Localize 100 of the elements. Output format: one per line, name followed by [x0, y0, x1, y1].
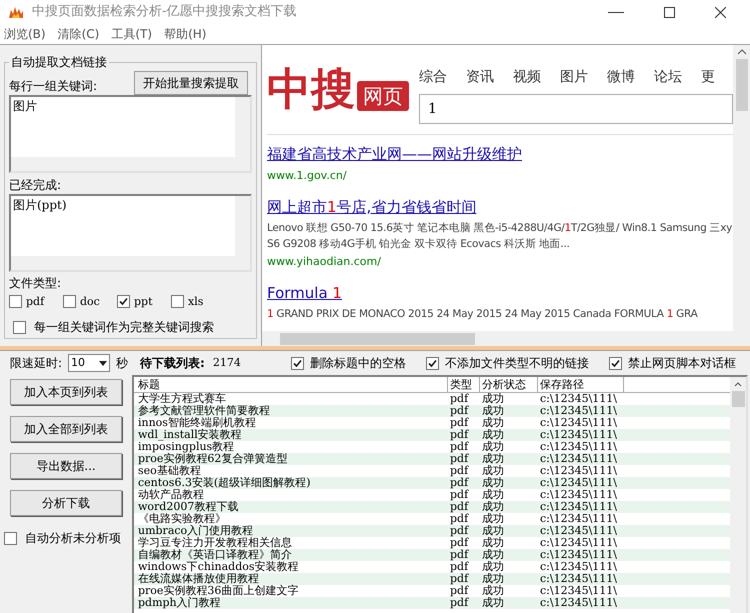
scroll-thumb[interactable] [280, 332, 475, 344]
text-value: 图片 [12, 98, 38, 115]
table-cell-text: pdf [449, 393, 470, 405]
check-icon [292, 358, 302, 368]
checkbox-label: 自动分析未分析项 [25, 530, 121, 547]
table-row[interactable]: centos6.3安装(超级详细图解教程) pdf 成功 c:\12345\111\ [134, 477, 730, 489]
table-cell-text: pdf [449, 405, 470, 417]
table-cell-text: pdf [449, 441, 470, 453]
table-row[interactable]: proe实例教程62复合弹簧造型 pdf 成功 c:\12345\111\ [134, 453, 730, 465]
maximize-icon[interactable] [664, 6, 675, 18]
action-button[interactable]: 分析下载 [10, 490, 122, 516]
scrollbar[interactable] [235, 97, 250, 157]
checkbox-label: pdf [26, 294, 44, 310]
nav-link[interactable]: 资讯 [466, 67, 494, 88]
table-cell-text: 成功 [481, 489, 505, 501]
field-label: 已经完成: [9, 176, 62, 194]
scroll-thumb[interactable] [736, 59, 748, 111]
table-cell-text: pdf [449, 597, 470, 609]
table-cell-text: 成功 [481, 477, 505, 489]
table-cell-text: pdf [449, 549, 470, 561]
nav-link[interactable]: 微博 [607, 67, 635, 88]
table-cell-text: pdf [449, 501, 470, 513]
table-cell-text: pdf [449, 561, 470, 573]
table-cell-text: 成功 [481, 429, 505, 441]
table-cell-text: pdmph入门教程 [137, 597, 222, 609]
table-cell-text: pdf [449, 477, 470, 489]
table-cell-text: c:\12345\111\ [539, 513, 618, 525]
column-header[interactable]: 保存路径 [538, 377, 624, 392]
checkbox[interactable] [290, 356, 304, 370]
nav-link[interactable]: 更 [701, 67, 715, 88]
result-snippet: 1 GRAND PRIX DE MONACO 2015 24 May 2015 24 May 2015 Canada FORMULA 1 GRA [267, 306, 699, 322]
table-cell-text: c:\12345\111\ [539, 537, 618, 549]
menu-item[interactable]: 工具(T) [111, 25, 152, 43]
scroll-thumb[interactable] [732, 391, 744, 407]
field-label: 每行一组关键词: [9, 78, 98, 95]
table-cell-text: pdf [449, 513, 470, 525]
table-cell-text: 动软产品教程 [137, 489, 205, 501]
table-cell-text: c:\12345\111\ [539, 549, 618, 561]
table-cell-text: pdf [449, 585, 470, 597]
nav-link[interactable]: 视频 [513, 67, 541, 88]
nav-link[interactable]: 综合 [419, 67, 447, 88]
table-cell-text: 成功 [481, 501, 505, 513]
scrollbar[interactable] [730, 377, 746, 613]
scrollbar[interactable] [235, 196, 250, 256]
search-field[interactable]: 1 [419, 94, 733, 124]
menu-item[interactable]: 清除(C) [58, 25, 100, 43]
checkbox[interactable] [426, 356, 439, 370]
table-cell-text: 学习豆专注力开发教程相关信息 [137, 537, 293, 549]
action-button[interactable]: 加入本页到列表 [10, 379, 122, 405]
scrollbar[interactable] [733, 45, 750, 331]
table-cell-text: 大学生方程式赛车 [137, 393, 227, 405]
delay-dropdown[interactable]: 10 [68, 354, 110, 372]
checkbox[interactable] [171, 295, 184, 308]
table-cell-text: 自编教材《英语口译教程》简介 [137, 549, 293, 561]
table-cell-text: windows下chinaddos安装教程 [137, 561, 300, 573]
table-cell-text: c:\12345\111\ [539, 453, 618, 465]
table-row[interactable]: 在线流媒体播放使用教程 pdf 成功 c:\12345\111\ [134, 573, 730, 585]
table-cell-text: c:\12345\111\ [539, 441, 618, 453]
checkbox[interactable] [9, 295, 22, 308]
check-icon [119, 297, 128, 306]
table-cell-text: 成功 [481, 585, 505, 597]
scrollbar[interactable] [262, 331, 750, 346]
table-cell-text: proe实例教程62复合弹簧造型 [137, 453, 288, 465]
table-row[interactable]: 参考文献管理软件简要教程 pdf 成功 c:\12345\111\ [134, 405, 730, 417]
checkbox[interactable] [4, 532, 17, 544]
table-cell-text: imposingplus教程 [137, 441, 236, 453]
nav-link[interactable]: 论坛 [654, 67, 682, 88]
checkbox[interactable] [608, 356, 622, 370]
result-url: www.yihaodian.com/ [267, 254, 382, 270]
table-cell-text: c:\12345\111\ [539, 525, 618, 537]
nav-link[interactable]: 图片 [560, 67, 588, 88]
table-cell-text: seo基础教程 [137, 465, 201, 477]
checkbox[interactable] [13, 320, 26, 334]
column-header[interactable]: 分析状态 [480, 377, 538, 392]
close-icon[interactable] [715, 6, 726, 18]
scrollbar[interactable] [11, 256, 250, 270]
table-cell-text: c:\12345\111\ [539, 477, 618, 489]
table-row[interactable]: pdmph入门教程 pdf 成功 c:\12345\111\ [134, 597, 730, 609]
action-button[interactable]: 加入全部到列表 [10, 416, 122, 442]
checkbox[interactable] [117, 295, 130, 308]
checkbox[interactable] [63, 295, 76, 308]
table-cell-text: wdl_install安装教程 [137, 429, 243, 441]
table-cell-text: c:\12345\111\ [539, 573, 618, 585]
menu-item[interactable]: 浏览(B) [4, 25, 46, 43]
table-row[interactable]: umbraco入门使用教程 pdf 成功 c:\12345\111\ [134, 525, 730, 537]
result-title-link[interactable]: Formula 1 [267, 282, 733, 304]
table-row[interactable]: 自编教材《英语口译教程》简介 pdf 成功 c:\12345\111\ [134, 549, 730, 561]
scrollbar[interactable] [11, 156, 250, 171]
start-search-button[interactable]: 开始批量搜索提取 [134, 71, 248, 95]
column-header[interactable]: 类型 [448, 377, 480, 392]
menu-item[interactable]: 帮助(H) [164, 25, 206, 43]
done-field[interactable]: 图片(ppt) [9, 194, 252, 272]
table-cell-text: 成功 [481, 513, 505, 525]
column-header[interactable]: 标题 [134, 377, 448, 392]
table-cell-text: 成功 [481, 597, 505, 609]
table-row[interactable]: word2007教程下载 pdf 成功 c:\12345\111\ [134, 501, 730, 513]
table-row[interactable]: wdl_install安装教程 pdf 成功 c:\12345\111\ [134, 429, 730, 441]
action-button[interactable]: 导出数据... [10, 453, 122, 479]
table-cell-text: 成功 [481, 549, 505, 561]
keywords-field[interactable]: 图片 [9, 95, 252, 173]
